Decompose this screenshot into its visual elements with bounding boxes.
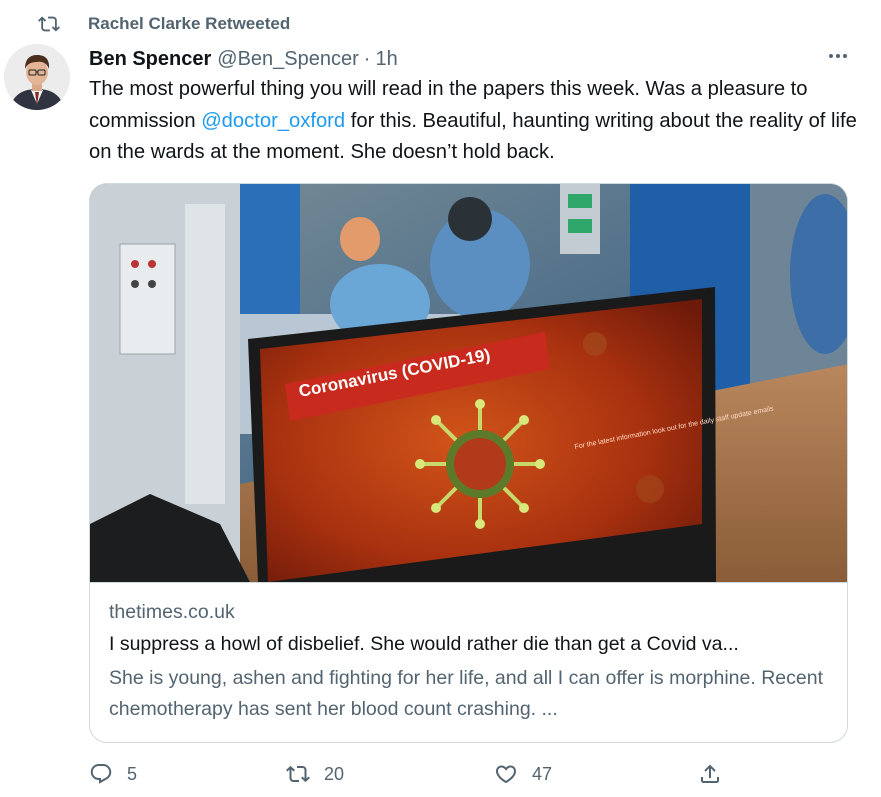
retweet-count: 20 (324, 763, 345, 784)
retweet-icon (38, 13, 60, 35)
reply-count: 5 (127, 763, 138, 784)
card-image[interactable]: Coronavirus (COVID-19) For the latest in… (90, 184, 847, 582)
card-description: She is young, ashen and fighting for her… (109, 667, 823, 720)
tweet[interactable]: Rachel Clarke Retweeted Ben Spencer @Ben… (0, 0, 881, 797)
retweet-header-label: Rachel Clarke Retweeted (88, 14, 291, 33)
retweet-button[interactable]: 20 (286, 762, 344, 786)
reply-icon (89, 762, 113, 786)
retweet-icon (286, 762, 310, 786)
more-icon (826, 44, 850, 73)
reply-button[interactable]: 5 (89, 762, 137, 786)
card-domain: thetimes.co.uk (109, 601, 235, 623)
author-handle[interactable]: @Ben_Spencer (217, 48, 359, 71)
share-icon (698, 762, 722, 786)
like-button[interactable]: 47 (494, 762, 552, 786)
action-bar: 5 20 47 (89, 762, 749, 794)
like-count: 47 (532, 763, 553, 784)
link-card[interactable]: Coronavirus (COVID-19) For the latest in… (89, 183, 848, 743)
card-title: I suppress a howl of disbelief. She woul… (109, 633, 739, 655)
author-name[interactable]: Ben Spencer (89, 48, 211, 71)
share-button[interactable] (698, 762, 722, 786)
card-body: thetimes.co.uk I suppress a howl of disb… (90, 582, 847, 725)
tweet-timestamp[interactable]: 1h (375, 48, 397, 71)
heart-icon (494, 762, 518, 786)
tweet-text: The most powerful thing you will read in… (89, 74, 859, 169)
separator-dot: · (363, 47, 371, 70)
mention-link[interactable]: @doctor_oxford (201, 110, 345, 132)
more-options-button[interactable] (823, 46, 853, 70)
author-line: Ben Spencer @Ben_Spencer · 1h (89, 45, 841, 73)
avatar[interactable] (4, 44, 70, 110)
retweet-header[interactable]: Rachel Clarke Retweeted (38, 12, 290, 36)
